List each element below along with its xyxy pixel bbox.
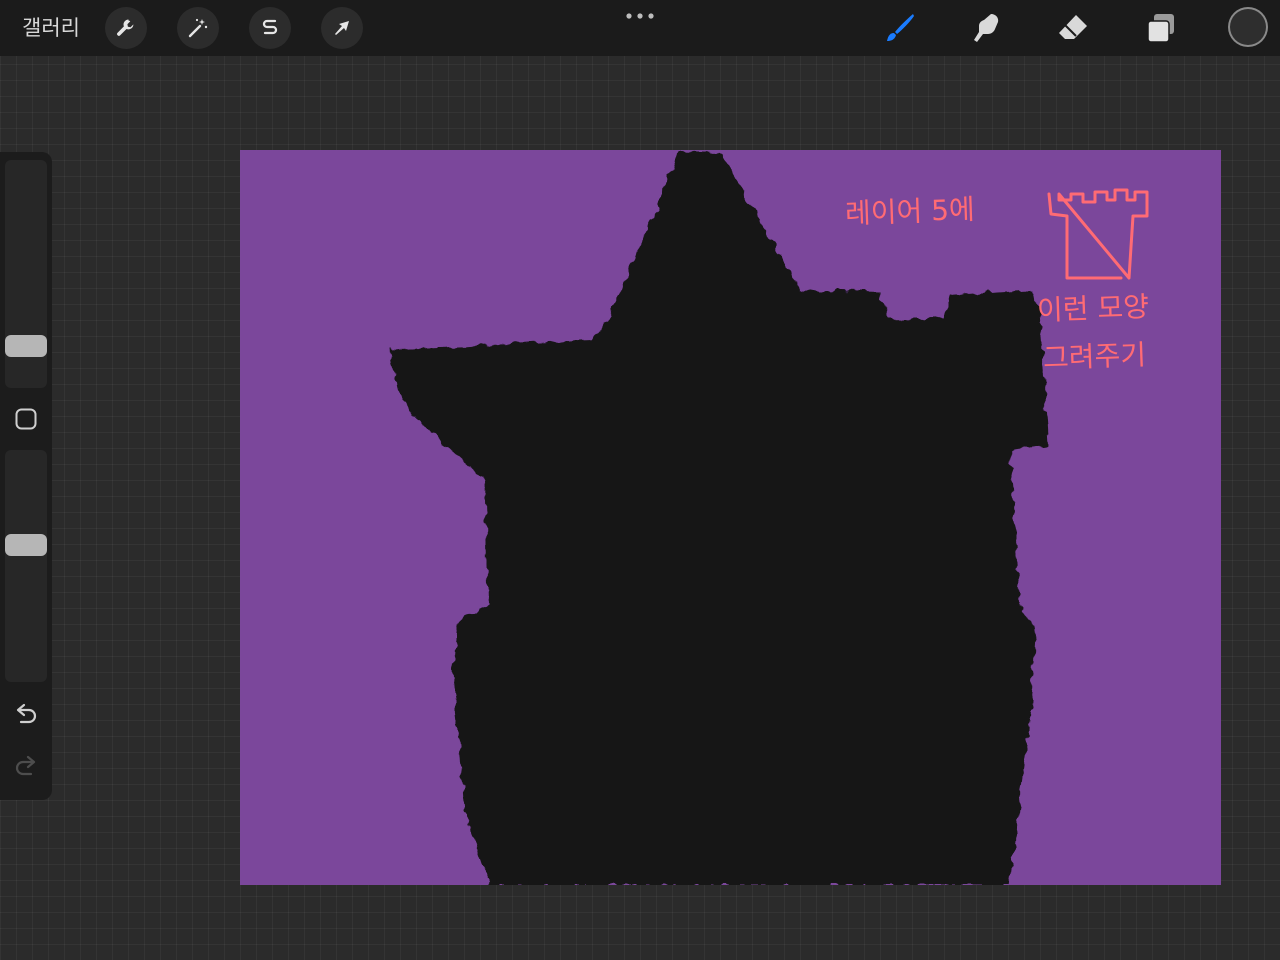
smudge-finger-icon [974,14,999,42]
smudge-tool-button[interactable] [966,8,1006,48]
arrow-cursor-icon [335,21,349,35]
adjustments-button[interactable] [177,7,219,49]
ellipsis-icon [626,13,654,19]
opacity-slider[interactable] [5,450,47,682]
layers-icon [1147,14,1174,43]
brush-icon [887,14,914,41]
brush-size-slider-thumb[interactable] [5,335,47,358]
eraser-tool-button[interactable] [1053,8,1093,48]
note-draw: 그려주기 [1042,338,1147,375]
eraser-icon [1059,15,1087,39]
magic-wand-icon [188,18,208,38]
note-layer5: 레이어 5에 [844,192,976,231]
top-toolbar: 갤러리 [0,0,1280,56]
drawing-canvas[interactable]: 레이어 5에 이런 모양 그려주기 [240,150,1221,885]
more-options-button[interactable] [620,6,660,26]
layers-button[interactable] [1141,8,1181,48]
left-sidebar [0,152,52,800]
redo-icon[interactable] [12,753,40,781]
opacity-slider-thumb[interactable] [5,534,47,556]
color-picker-button[interactable] [1230,9,1266,45]
square-outline-icon[interactable] [14,407,38,431]
wrench-icon [117,19,134,36]
gallery-button[interactable]: 갤러리 [22,14,80,42]
brush-tool-button[interactable] [880,8,920,48]
actions-button[interactable] [105,7,147,49]
transform-button[interactable] [321,7,363,49]
tower-sketch-icon [1047,188,1149,280]
note-shape: 이런 모양 [1036,290,1150,327]
selection-s-icon [262,19,278,35]
castle-silhouette [390,152,1048,885]
selection-button[interactable] [249,7,291,49]
undo-icon[interactable] [12,701,40,729]
